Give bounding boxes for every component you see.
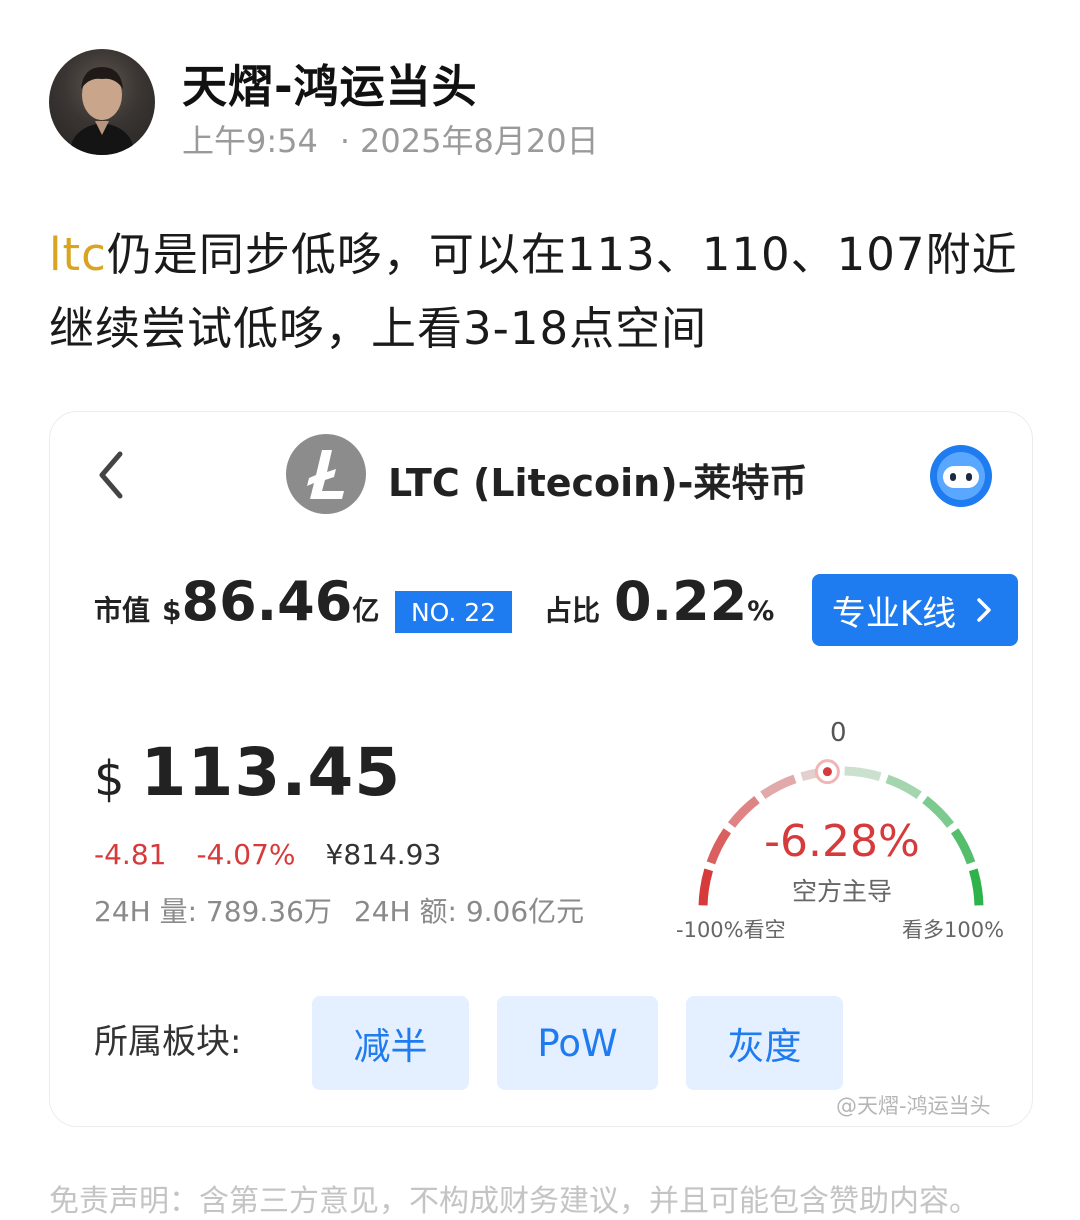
robot-assistant-icon[interactable]: [930, 445, 992, 507]
chevron-left-icon: [99, 451, 123, 499]
litecoin-logo-icon: [286, 434, 366, 514]
market-cap-label: 市值: [94, 594, 151, 627]
gauge-segment: [760, 774, 797, 800]
gauge-segment: [922, 795, 955, 828]
gauge-segment: [698, 868, 714, 906]
price-currency: $: [94, 751, 125, 807]
gauge-segment: [727, 795, 760, 828]
gauge-segment: [706, 828, 732, 865]
watermark: @天熠-鸿运当头: [836, 1094, 991, 1118]
pro-kline-button[interactable]: 专业K线: [812, 574, 1018, 646]
coin-title: LTC (Litecoin)-莱特币: [388, 461, 808, 505]
sector-label: 所属板块:: [94, 1022, 242, 1062]
price-value: 113.45: [140, 734, 402, 811]
share-value: 0.22: [614, 570, 748, 633]
share-label: 占比: [544, 594, 601, 627]
market-cap-value: 86.46: [181, 570, 353, 633]
price-display: $ 113.45: [94, 734, 401, 811]
gauge-value: -6.28%: [764, 816, 920, 867]
chevron-right-icon: [977, 598, 991, 622]
market-cap-unit: 亿: [352, 596, 380, 627]
sector-tag-grayscale[interactable]: 灰度: [686, 996, 843, 1090]
volume-24h: 24H 量: 789.36万: [94, 895, 332, 928]
market-cap-currency: $: [162, 594, 182, 627]
post-time: 上午9:54: [182, 122, 318, 160]
gauge-left-label: -100%看空: [676, 918, 786, 942]
sector-tag-halving[interactable]: 减半: [312, 996, 469, 1090]
market-cap: 市值 $ 86.46 亿: [94, 570, 379, 640]
turnover-24h: 24H 额: 9.06亿元: [353, 895, 585, 928]
gauge-marker-dot: [822, 767, 832, 777]
gauge-segment: [968, 868, 984, 906]
author-name[interactable]: 天熠-鸿运当头: [182, 50, 478, 115]
price-cny: ¥814.93: [325, 838, 442, 871]
post-timestamp: 上午9:54 · 2025年8月20日: [182, 116, 599, 162]
coin-card[interactable]: LTC (Litecoin)-莱特币 市值 $ 86.46 亿 NO. 22 占…: [49, 411, 1033, 1127]
gauge-segment: [844, 766, 882, 782]
back-button[interactable]: [92, 450, 132, 500]
share-unit: %: [747, 596, 775, 627]
date-separator: ·: [339, 122, 351, 160]
disclaimer: 免责声明：含第三方意见，不构成财务建议，并且可能包含赞助内容。: [49, 1184, 979, 1219]
gauge-zero-label: 0: [830, 718, 847, 748]
author-avatar[interactable]: [49, 49, 155, 155]
rank-badge: NO. 22: [395, 591, 512, 633]
sector-tag-pow[interactable]: PoW: [497, 996, 658, 1090]
gauge-sentiment: 空方主导: [791, 877, 892, 906]
gauge-marker: [814, 759, 840, 785]
market-share: 占比 0.22 %: [544, 570, 774, 640]
post-text: ltc仍是同步低哆，可以在113、110、107附近继续尝试低哆，上看3-18点…: [49, 218, 1039, 366]
gauge-segment: [950, 828, 976, 865]
gauge-right-label: 看多100%: [902, 918, 1005, 942]
post-body: 仍是同步低哆，可以在113、110、107附近继续尝试低哆，上看3-18点空间: [49, 228, 1018, 355]
post-date: 2025年8月20日: [360, 122, 599, 160]
gauge-segment: [885, 774, 922, 800]
kline-button-label: 专业K线: [831, 593, 957, 634]
price-change-row: -4.81 -4.07% ¥814.93: [94, 838, 441, 871]
change-percent: -4.07%: [196, 838, 296, 871]
coin-tag-link[interactable]: ltc: [49, 228, 107, 281]
change-absolute: -4.81: [94, 838, 167, 871]
volume-row: 24H 量: 789.36万 24H 额: 9.06亿元: [94, 890, 584, 930]
